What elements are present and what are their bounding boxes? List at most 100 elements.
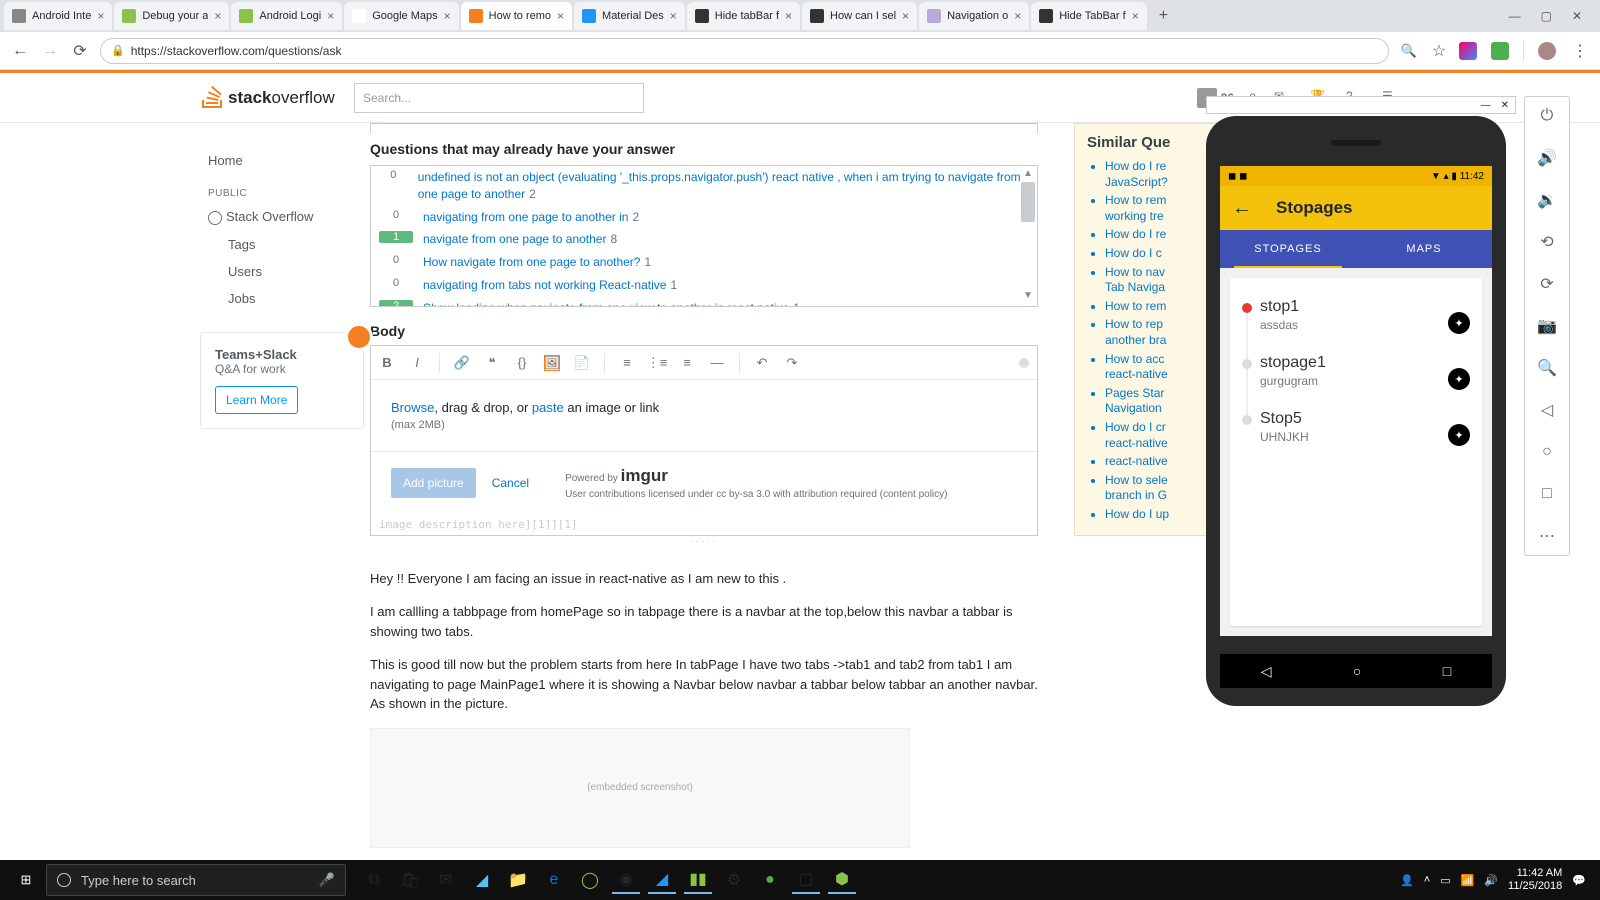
suggestion-link[interactable]: undefined is not an object (evaluating '… xyxy=(418,170,1021,201)
edge-icon[interactable]: e xyxy=(540,866,568,894)
tab-stopages[interactable]: STOPAGES xyxy=(1220,230,1356,268)
code-icon[interactable]: {} xyxy=(514,355,530,371)
nav-jobs[interactable]: Jobs xyxy=(200,285,354,312)
close-icon[interactable]: ✕ xyxy=(1572,9,1582,23)
chrome-icon[interactable]: ◉ xyxy=(612,866,640,894)
site-logo[interactable]: stackoverflow xyxy=(200,86,350,110)
similar-link[interactable]: How to rem xyxy=(1105,193,1166,207)
suggestion-link[interactable]: navigate from one page to another xyxy=(423,232,606,246)
suggestion-link[interactable]: navigating from tabs not working React-n… xyxy=(423,278,666,292)
similar-link[interactable]: How to nav xyxy=(1105,265,1165,279)
close-icon[interactable]: × xyxy=(444,9,451,23)
mic-icon[interactable]: 🎤 xyxy=(319,872,335,888)
people-icon[interactable]: 👤 xyxy=(1400,874,1414,887)
app-icon[interactable]: ▮▮ xyxy=(684,866,712,894)
browser-tab[interactable]: Debug your a× xyxy=(114,2,229,30)
extension-icon[interactable] xyxy=(1459,42,1477,60)
nav-home[interactable]: Home xyxy=(200,147,354,174)
overview-icon[interactable]: □ xyxy=(1536,483,1558,505)
suggestion-link[interactable]: How navigate from one page to another? xyxy=(423,255,640,269)
app-icon[interactable]: ◢ xyxy=(468,866,496,894)
store-icon[interactable]: 🛍 xyxy=(396,866,424,894)
profile-avatar[interactable] xyxy=(1538,42,1556,60)
hr-icon[interactable]: — xyxy=(709,355,725,371)
similar-link[interactable]: How do I cr xyxy=(1105,420,1166,434)
redo-icon[interactable]: ↷ xyxy=(784,355,800,371)
zoom-icon[interactable]: 🔍 xyxy=(1399,41,1419,61)
link-icon[interactable]: 🔗 xyxy=(454,355,470,371)
mail-icon[interactable]: ✉ xyxy=(432,866,460,894)
similar-link[interactable]: How to rem xyxy=(1105,299,1166,313)
wifi-icon[interactable]: 📶 xyxy=(1461,874,1475,887)
tab-maps[interactable]: MAPS xyxy=(1356,230,1492,268)
recents-key[interactable]: □ xyxy=(1443,663,1451,679)
similar-link[interactable]: How to acc xyxy=(1105,352,1164,366)
rotate-left-icon[interactable]: ⟲ xyxy=(1536,231,1558,253)
settings-icon[interactable]: ⚙ xyxy=(720,866,748,894)
olist-icon[interactable]: ≡ xyxy=(619,355,635,371)
back-icon[interactable]: ← xyxy=(1232,197,1252,220)
suggestion-link[interactable]: Show loading when navigate from one view… xyxy=(423,301,789,307)
stop-row[interactable]: stopage1gurgugram ✦ xyxy=(1242,344,1470,400)
start-button[interactable]: ⊞ xyxy=(6,860,46,900)
browser-tab[interactable]: How can I sel× xyxy=(802,2,917,30)
snippet-icon[interactable]: 📄 xyxy=(574,355,590,371)
notifications-icon[interactable]: 💬 xyxy=(1572,874,1586,887)
taskview-icon[interactable]: ⧉ xyxy=(360,866,388,894)
ulist-icon[interactable]: ⋮≡ xyxy=(649,355,665,371)
new-tab-button[interactable]: + xyxy=(1149,7,1178,25)
android-studio-icon[interactable]: ◯ xyxy=(576,866,604,894)
close-icon[interactable]: ✕ xyxy=(1501,100,1509,111)
more-icon[interactable]: ⋯ xyxy=(1536,525,1558,547)
browser-tab[interactable]: Android Logi× xyxy=(231,2,342,30)
app-icon[interactable]: ● xyxy=(756,866,784,894)
tray-chevron-icon[interactable]: ˄ xyxy=(1424,874,1430,886)
battery-icon[interactable]: ▭ xyxy=(1440,874,1450,887)
browser-tab[interactable]: Hide TabBar f× xyxy=(1031,2,1146,30)
close-icon[interactable]: × xyxy=(327,9,334,23)
reload-button[interactable]: ⟳ xyxy=(70,41,90,61)
image-icon[interactable]: 🖼 xyxy=(544,355,560,371)
menu-icon[interactable]: ⋮ xyxy=(1570,41,1590,61)
browser-tab[interactable]: Google Maps× xyxy=(344,2,458,30)
emulator-icon[interactable]: ⬢ xyxy=(828,866,856,894)
taskbar-clock[interactable]: 11:42 AM 11/25/2018 xyxy=(1508,867,1562,893)
resize-handle[interactable]: ∙∙∙∙∙ xyxy=(370,536,1038,547)
browse-link[interactable]: Browse xyxy=(391,400,434,415)
volume-up-icon[interactable]: 🔊 xyxy=(1536,147,1558,169)
taskbar-search[interactable]: Type here to search 🎤 xyxy=(46,864,346,896)
similar-link[interactable]: How to rep xyxy=(1105,317,1163,331)
similar-link[interactable]: How to sele xyxy=(1105,473,1168,487)
scroll-up-icon[interactable]: ▲ xyxy=(1021,168,1035,182)
home-key[interactable]: ○ xyxy=(1353,663,1361,679)
close-icon[interactable]: × xyxy=(97,9,104,23)
back-icon[interactable]: ◁ xyxy=(1536,399,1558,421)
similar-link[interactable]: How do I re xyxy=(1105,159,1166,173)
browser-tab[interactable]: Android Inte× xyxy=(4,2,112,30)
browser-tab[interactable]: Material Des× xyxy=(574,2,685,30)
back-key[interactable]: ◁ xyxy=(1261,663,1272,680)
scroll-down-icon[interactable]: ▼ xyxy=(1021,290,1035,304)
browser-tab-active[interactable]: How to remo× xyxy=(461,2,572,30)
help-icon[interactable] xyxy=(1019,358,1029,368)
maximize-icon[interactable]: ▢ xyxy=(1541,9,1552,23)
compass-icon[interactable]: ✦ xyxy=(1448,368,1470,390)
add-picture-button[interactable]: Add picture xyxy=(391,468,476,498)
compass-icon[interactable]: ✦ xyxy=(1448,312,1470,334)
scrollbar-thumb[interactable] xyxy=(1021,182,1035,222)
learn-more-button[interactable]: Learn More xyxy=(215,386,298,414)
browser-tab[interactable]: Hide tabBar f× xyxy=(687,2,800,30)
terminal-icon[interactable]: ▢ xyxy=(792,866,820,894)
volume-icon[interactable]: 🔊 xyxy=(1484,874,1498,887)
rotate-right-icon[interactable]: ⟳ xyxy=(1536,273,1558,295)
quote-icon[interactable]: ❝ xyxy=(484,355,500,371)
nav-tags[interactable]: Tags xyxy=(200,231,354,258)
zoom-icon[interactable]: 🔍 xyxy=(1536,357,1558,379)
close-icon[interactable]: × xyxy=(1014,9,1021,23)
heading-icon[interactable]: ≡ xyxy=(679,355,695,371)
power-icon[interactable]: ⏻ xyxy=(1536,105,1558,127)
home-icon[interactable]: ○ xyxy=(1536,441,1558,463)
browser-tab[interactable]: Navigation o× xyxy=(919,2,1029,30)
search-input[interactable]: Search... xyxy=(354,83,644,113)
similar-link[interactable]: How do I up xyxy=(1105,507,1169,521)
